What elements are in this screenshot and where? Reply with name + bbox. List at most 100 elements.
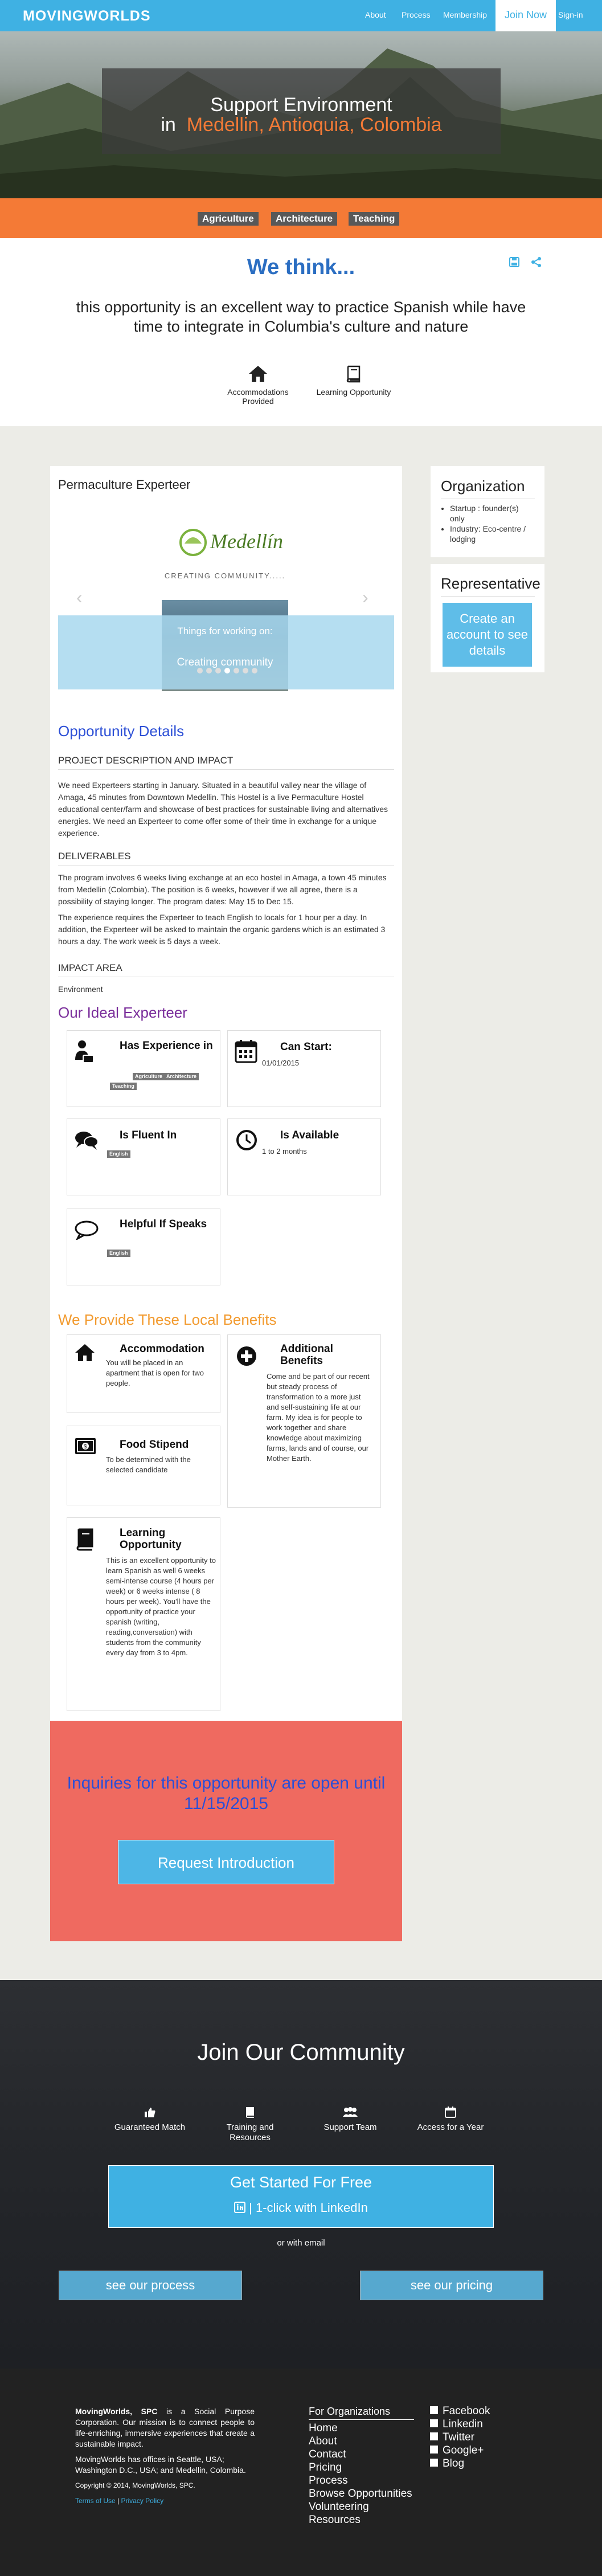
perk-support-team-label: Support Team (323, 2122, 377, 2132)
benefit-learning-title: Learning Opportunity (120, 1527, 182, 1551)
benefit-food-title: Food Stipend (120, 1439, 189, 1451)
social-facebook-label[interactable]: Facebook (443, 2405, 490, 2417)
footer-link-volunteering[interactable]: Volunteering (309, 2500, 412, 2513)
social-googleplus[interactable]: Google+ (430, 2444, 490, 2457)
get-started-label[interactable]: Get Started For Free (108, 2174, 494, 2191)
nav-process-link[interactable]: Process (402, 10, 431, 19)
sign-in-link[interactable]: Sign-in (558, 10, 583, 19)
slider-dot[interactable] (243, 668, 248, 673)
footer-offices: MovingWorlds has offices in Seattle, USA… (75, 2455, 246, 2475)
benefit-card-learning: Learning Opportunity This is an excellen… (67, 1517, 220, 1711)
social-facebook[interactable]: Facebook (430, 2404, 490, 2418)
benefit-learning-text: This is an excellent opportunity to lear… (106, 1556, 216, 1657)
linkedin-label[interactable]: 1-click with LinkedIn (256, 2201, 368, 2215)
social-linkedin-label[interactable]: Linkedin (443, 2418, 483, 2430)
speech-bubble-icon (75, 1220, 99, 1240)
calendar-icon (235, 1040, 257, 1063)
slider-dot[interactable] (197, 668, 203, 673)
benefit-additional-text: Come and be part of our recent but stead… (267, 1372, 370, 1463)
tag-agriculture: Agriculture (198, 212, 259, 226)
benefit-card-food: $ Food Stipend To be determined with the… (67, 1426, 220, 1505)
slider-prev-icon[interactable]: ‹ (76, 587, 83, 608)
privacy-link[interactable]: Privacy Policy (121, 2497, 163, 2505)
social-blog[interactable]: Blog (430, 2457, 490, 2470)
opportunity-details-heading: Opportunity Details (58, 722, 185, 740)
tag-teaching: Teaching (349, 212, 400, 226)
request-introduction-button[interactable]: Request Introduction (118, 1840, 334, 1884)
person-briefcase-icon (75, 1040, 94, 1063)
ideal-card-start-title: Can Start: (280, 1041, 332, 1053)
book-icon (346, 365, 361, 383)
section-deliverables-title: DELIVERABLES (58, 851, 131, 862)
create-account-button[interactable]: Create an account to see details (443, 603, 532, 667)
footer-link-home[interactable]: Home (309, 2422, 412, 2435)
see-process-button[interactable]: see our process (59, 2271, 242, 2300)
footer-copyright: Copyright © 2014, MovingWorlds, SPC. (75, 2481, 195, 2489)
benefit-card-accommodation: Accommodation You will be placed in an a… (67, 1334, 220, 1413)
perk-access-year: Access for a Year (408, 2106, 493, 2133)
divider (309, 2419, 414, 2420)
pill-architecture: Architecture (164, 1073, 199, 1080)
plus-circle-icon (237, 1346, 256, 1366)
slider-dot[interactable] (252, 668, 257, 673)
footer-link-process[interactable]: Process (309, 2474, 412, 2487)
perk-accommodations-label: Accommodations Provided (227, 387, 289, 406)
hero-location: in Medellin, Antioquia, Colombia (102, 114, 501, 136)
benefit-additional-title: Additional Benefits (280, 1343, 333, 1367)
terms-link[interactable]: Terms of Use (75, 2497, 116, 2505)
clock-icon (236, 1130, 257, 1150)
social-twitter-label[interactable]: Twitter (443, 2431, 474, 2443)
linkedin-icon (430, 2419, 438, 2427)
twitter-icon (430, 2432, 438, 2440)
home-icon (75, 1344, 95, 1361)
social-googleplus-label[interactable]: Google+ (443, 2444, 484, 2456)
see-pricing-button[interactable]: see our pricing (360, 2271, 543, 2300)
footer-links: Home About Contact Pricing Process Brows… (309, 2422, 412, 2526)
ideal-card-helpful: Helpful If Speaks English (67, 1209, 220, 1285)
google-plus-icon (430, 2446, 438, 2453)
social-twitter[interactable]: Twitter (430, 2431, 490, 2444)
organization-list: Startup : founder(s) only Industry: Eco-… (450, 503, 535, 544)
footer-link-pricing[interactable]: Pricing (309, 2461, 412, 2474)
section-deliverables-text-2: The experience requires the Experteer to… (58, 913, 386, 946)
facebook-icon (430, 2406, 438, 2414)
benefit-accommodation-text: You will be placed in an apartment that … (106, 1358, 204, 1387)
pill-english: English (107, 1250, 130, 1257)
ideal-card-fluent-title: Is Fluent In (120, 1129, 177, 1141)
ideal-card-available-text: 1 to 2 months (262, 1147, 307, 1156)
slider-dot[interactable] (206, 668, 212, 673)
footer-social: Facebook Linkedin Twitter Google+ Blog (430, 2404, 490, 2470)
benefit-accommodation-title: Accommodation (120, 1343, 204, 1355)
calendar-icon (445, 2106, 456, 2118)
nav-about-link[interactable]: About (365, 10, 386, 19)
money-icon: $ (75, 1438, 96, 1454)
social-blog-label[interactable]: Blog (443, 2457, 464, 2469)
pill-english: English (107, 1150, 130, 1158)
slider-dot[interactable] (215, 668, 221, 673)
ideal-card-available-title: Is Available (280, 1129, 339, 1141)
nav-membership-link[interactable]: Membership (443, 10, 487, 19)
org-item-startup: Startup : founder(s) only (450, 503, 535, 524)
divider (58, 769, 394, 770)
footer-link-contact[interactable]: Contact (309, 2448, 412, 2461)
section-project-text: We need Experteers starting in January. … (58, 781, 388, 838)
social-linkedin[interactable]: Linkedin (430, 2418, 490, 2431)
book-icon (246, 2107, 254, 2118)
footer-link-resources[interactable]: Resources (309, 2513, 412, 2526)
join-now-button[interactable]: Join Now (495, 0, 556, 31)
share-icon[interactable] (531, 256, 542, 268)
inquiry-text: Inquiries for this opportunity are open … (67, 1774, 386, 1813)
footer-link-browse[interactable]: Browse Opportunities (309, 2487, 412, 2500)
slider-next-icon[interactable]: › (362, 587, 368, 608)
slider-dot-active[interactable] (224, 668, 230, 673)
perk-support-team: Support Team (308, 2106, 393, 2133)
email-signup-link[interactable]: or with email (0, 2238, 602, 2248)
linkedin-signup[interactable]: | 1-click with LinkedIn (108, 2201, 494, 2215)
perk-guaranteed-match-label: Guaranteed Match (114, 2122, 186, 2132)
footer-link-about[interactable]: About (309, 2435, 412, 2448)
ideal-card-start-date: 01/01/2015 (262, 1059, 300, 1067)
logo[interactable]: MOVINGWORLDS (23, 8, 151, 25)
save-icon[interactable] (509, 256, 520, 268)
medellin-logo: Medellín (179, 529, 283, 556)
slider-dot[interactable] (234, 668, 239, 673)
